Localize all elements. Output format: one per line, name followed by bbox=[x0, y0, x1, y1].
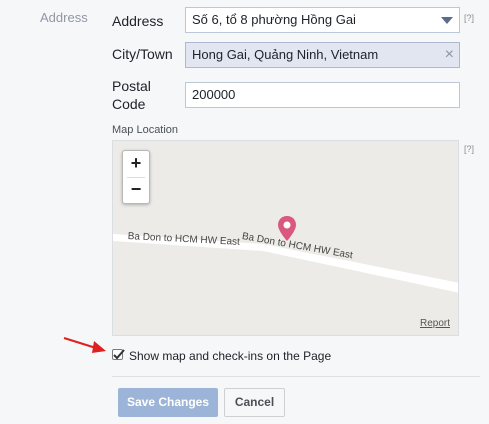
report-link[interactable]: Report bbox=[420, 318, 450, 329]
city-value: Hong Gai, Quảng Ninh, Vietnam bbox=[192, 47, 379, 62]
map-view[interactable]: + − Ba Don to HCM HW East Ba Don to HCM … bbox=[112, 140, 459, 336]
clear-icon[interactable]: × bbox=[445, 46, 454, 64]
annotation-arrow-icon bbox=[63, 337, 106, 353]
show-map-checkbox[interactable] bbox=[112, 349, 125, 360]
map-location-label: Map Location bbox=[112, 124, 179, 136]
address-help-link[interactable]: [?] bbox=[464, 13, 474, 23]
address-input[interactable]: Số 6, tổ 8 phường Hồng Gai bbox=[185, 7, 460, 33]
cancel-button[interactable]: Cancel bbox=[224, 388, 285, 417]
checkmark-icon bbox=[113, 349, 125, 360]
section-label-address: Address bbox=[40, 10, 88, 25]
zoom-in-button[interactable]: + bbox=[123, 151, 149, 177]
divider bbox=[112, 376, 480, 377]
postal-label-line2: Code bbox=[112, 96, 146, 112]
address-value: Số 6, tổ 8 phường Hồng Gai bbox=[192, 12, 356, 27]
postal-label-line1: Postal bbox=[112, 78, 151, 94]
city-label: City/Town bbox=[112, 46, 173, 62]
postal-code-input[interactable]: 200000 bbox=[185, 82, 460, 108]
map-pin-icon bbox=[278, 216, 296, 241]
map-help-link[interactable]: [?] bbox=[464, 144, 474, 154]
save-changes-button[interactable]: Save Changes bbox=[118, 388, 218, 417]
zoom-control: + − bbox=[122, 150, 150, 204]
address-label: Address bbox=[112, 13, 164, 29]
city-input[interactable]: Hong Gai, Quảng Ninh, Vietnam × bbox=[185, 42, 460, 68]
postal-code-value: 200000 bbox=[192, 87, 236, 102]
dropdown-caret-icon[interactable] bbox=[441, 17, 453, 24]
show-map-label[interactable]: Show map and check-ins on the Page bbox=[129, 349, 331, 363]
postal-code-label: Postal Code bbox=[112, 77, 151, 113]
zoom-out-button[interactable]: − bbox=[123, 177, 149, 203]
